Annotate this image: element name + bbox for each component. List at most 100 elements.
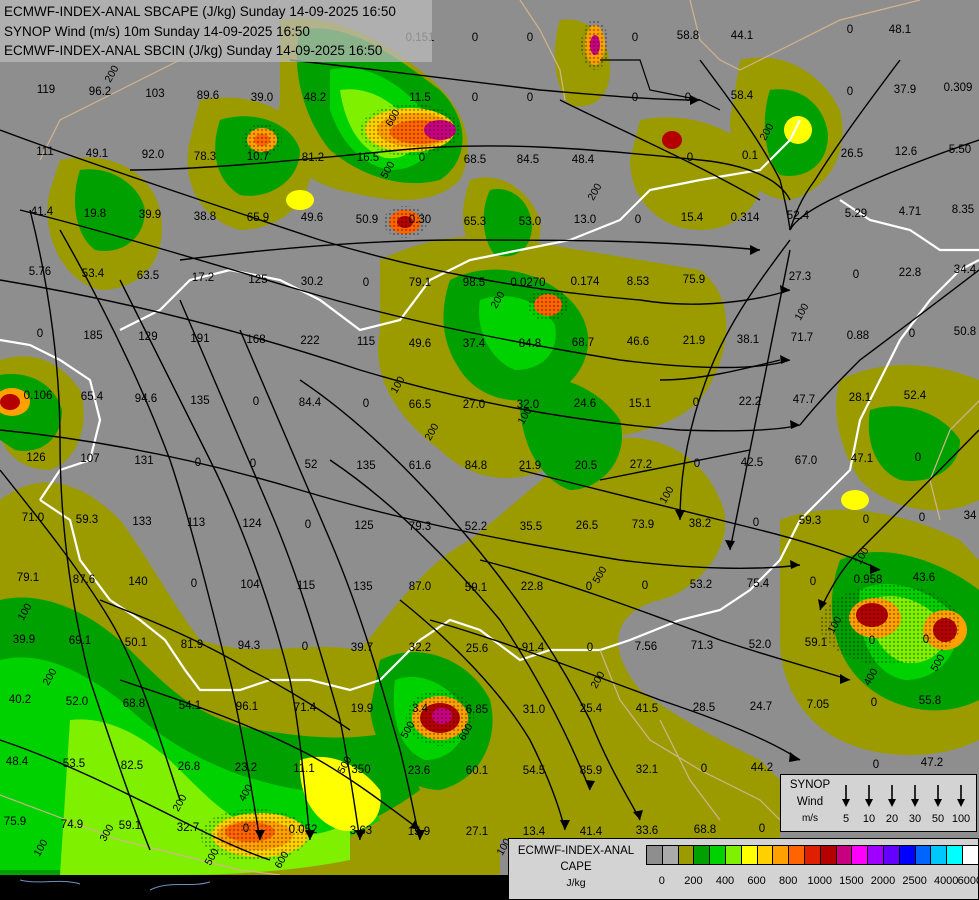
cin-value-label: 50.9 — [355, 214, 379, 226]
cin-value-label: 135 — [356, 460, 376, 472]
bottom-strip — [0, 875, 508, 900]
cin-value-label: 63.5 — [136, 270, 160, 282]
cin-value-label: 84.8 — [464, 460, 488, 472]
cin-value-label: 0 — [868, 635, 876, 647]
cin-value-label: 119 — [36, 84, 56, 96]
cin-value-label: 59.3 — [75, 514, 99, 526]
cin-value-label: 54.1 — [178, 700, 202, 712]
cape-legend-swatch — [709, 845, 726, 865]
cin-value-label: 39.7 — [350, 642, 374, 654]
cin-value-label: 23.2 — [234, 762, 258, 774]
cin-value-label: 79.1 — [408, 277, 432, 289]
cin-value-label: 0 — [418, 152, 426, 164]
cin-value-label: 49.6 — [300, 212, 324, 224]
cape-legend-swatch — [788, 845, 805, 865]
cin-value-label: 7.56 — [634, 641, 658, 653]
cin-value-label: 53.5 — [62, 758, 86, 770]
cape-legend-tick: 2500 — [902, 875, 927, 887]
cin-value-label: 26.5 — [575, 520, 599, 532]
cape-legend-swatch — [693, 845, 711, 865]
cin-value-label: 87.6 — [72, 574, 96, 586]
cin-value-label: 24.7 — [749, 701, 773, 713]
cin-value-label: 0 — [362, 277, 370, 289]
cin-value-label: 0 — [194, 457, 202, 469]
cape-legend-swatch — [740, 845, 758, 865]
cin-value-label: 58.4 — [730, 90, 754, 102]
cin-value-label: 0 — [249, 458, 257, 470]
cin-value-label: 0 — [471, 92, 479, 104]
cin-value-label: 68.8 — [122, 698, 146, 710]
cin-value-label: 59.1 — [118, 820, 142, 832]
cin-value-label: 39.9 — [138, 209, 162, 221]
cin-value-label: 124 — [242, 518, 262, 530]
cin-value-label: 126 — [26, 452, 46, 464]
cin-value-label: 47.2 — [920, 757, 944, 769]
cape-legend-swatch — [661, 845, 679, 865]
cin-value-label: 0.958 — [853, 574, 883, 586]
cape-legend-swatch — [677, 845, 695, 865]
cin-value-label: 0 — [700, 763, 708, 775]
cin-value-label: 42.5 — [740, 457, 764, 469]
cin-value-label: 0 — [692, 397, 700, 409]
cin-value-label: 31.0 — [522, 704, 546, 716]
cin-value-label: 39.0 — [250, 92, 274, 104]
synop-legend-unit: m/s — [801, 813, 819, 824]
cin-value-label: 15.9 — [407, 826, 431, 838]
cin-value-label: 34 — [963, 510, 977, 522]
cin-value-label: 0 — [36, 328, 44, 340]
cin-value-label: 0 — [586, 642, 594, 654]
cin-value-label: 125 — [354, 520, 374, 532]
cin-value-label: 22.2 — [738, 396, 762, 408]
cin-value-label: 53.2 — [689, 579, 713, 591]
cin-value-label: 13.0 — [573, 214, 597, 226]
cin-value-label: 0 — [852, 269, 860, 281]
cin-value-label: 59.1 — [464, 582, 488, 594]
cape-legend-tick: 400 — [715, 875, 735, 887]
cin-value-label: 26.8 — [177, 761, 201, 773]
cin-value-label: 27.2 — [629, 459, 653, 471]
cin-value-label: 0 — [585, 581, 593, 593]
cin-value-label: 0 — [190, 578, 198, 590]
cin-value-label: 46.6 — [626, 336, 650, 348]
cape-legend-tick: 0 — [658, 875, 665, 887]
cin-value-label: 0.1 — [742, 150, 758, 162]
cin-value-label: 68.7 — [571, 337, 595, 349]
cin-value-label: 68.8 — [693, 824, 717, 836]
cin-value-label: 28.1 — [848, 392, 872, 404]
cape-legend-swatch — [851, 845, 869, 865]
cin-value-label: 4.71 — [898, 206, 922, 218]
cin-value-label: 3.63 — [349, 825, 373, 837]
cin-value-label: 32.2 — [408, 642, 432, 654]
cape-legend-tick: 1000 — [807, 875, 833, 887]
cape-legend-tick: 800 — [779, 875, 798, 887]
cin-value-label: 41.4 — [579, 826, 603, 838]
synop-speed-50: 50 — [931, 813, 945, 825]
cin-value-label: 21.9 — [682, 335, 706, 347]
title-sbcin: ECMWF-INDEX-ANAL SBCIN (J/kg) Sunday 14-… — [4, 43, 383, 58]
cin-value-label: 222 — [300, 335, 320, 347]
cin-value-label: 8.53 — [626, 276, 650, 288]
cin-value-label: 104 — [240, 579, 260, 591]
cin-value-label: 0.309 — [943, 82, 973, 94]
synop-speed-10: 10 — [862, 813, 876, 825]
cin-value-label: 52.4 — [786, 210, 810, 222]
cin-value-label: 85.9 — [579, 765, 603, 777]
cin-value-label: 65.4 — [80, 391, 104, 403]
cin-value-label: 71.7 — [790, 332, 814, 344]
cin-value-label: 0 — [362, 398, 370, 410]
cin-value-label: 82.5 — [120, 760, 144, 772]
cin-value-label: 0 — [752, 517, 760, 529]
synop-speed-30: 30 — [908, 813, 922, 825]
cin-value-label: 140 — [128, 576, 148, 588]
cin-value-label: 75.9 — [3, 816, 27, 828]
cape-legend-swatch — [883, 845, 900, 865]
cin-value-label: 0.052 — [288, 824, 318, 836]
cin-value-label: 47.7 — [792, 394, 816, 406]
synop-wind-legend: SYNOP Wind m/s 5 10 20 30 50 100 — [780, 774, 977, 832]
cin-value-label: 0 — [301, 641, 309, 653]
cin-value-label: 74.9 — [60, 819, 84, 831]
cin-value-label: 22.8 — [898, 267, 922, 279]
cin-value-label: 0.0270 — [510, 277, 546, 289]
cin-value-label: 0 — [686, 152, 694, 164]
title-sbcape: ECMWF-INDEX-ANAL SBCAPE (J/kg) Sunday 14… — [4, 4, 396, 19]
